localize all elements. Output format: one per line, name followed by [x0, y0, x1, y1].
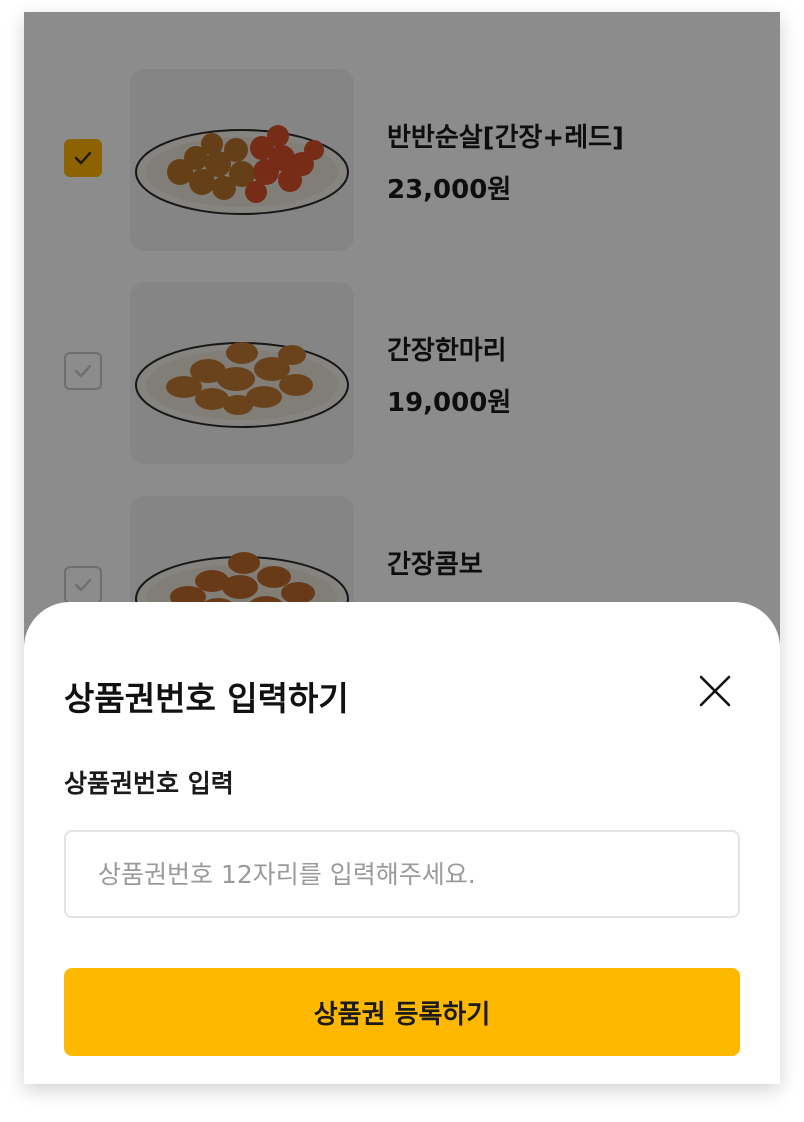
close-button[interactable]	[696, 672, 734, 710]
app-frame: 반반순살[간장+레드] 23,000원 간장한마리 19,000원 간장콤보 상…	[24, 12, 780, 1084]
voucher-bottom-sheet: 상품권번호 입력하기 상품권번호 입력 상품권 등록하기	[24, 602, 780, 1084]
voucher-field-label: 상품권번호 입력	[64, 769, 234, 798]
sheet-title: 상품권번호 입력하기	[64, 679, 349, 718]
voucher-number-input[interactable]	[64, 830, 740, 918]
close-icon	[699, 675, 731, 707]
register-voucher-button[interactable]: 상품권 등록하기	[64, 968, 740, 1056]
